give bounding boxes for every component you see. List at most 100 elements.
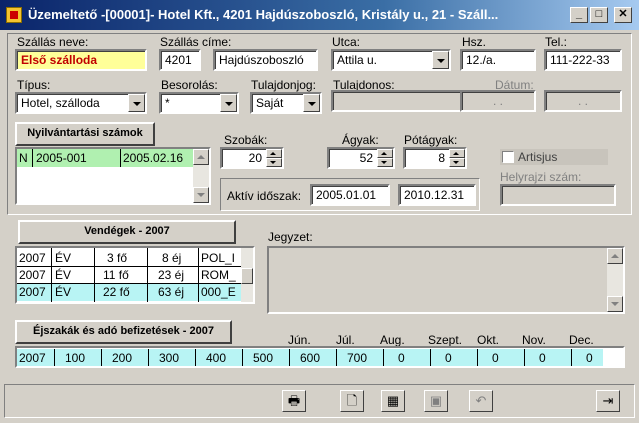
szobak-stepper[interactable]: 20 [220, 147, 284, 169]
vendegek-button[interactable]: Vendégek - 2007 [18, 220, 236, 244]
aktiv-idoszak-label: Aktív időszak: [227, 189, 302, 203]
minimize-button[interactable]: _ [570, 7, 588, 23]
agyak-stepper[interactable]: 52 [327, 147, 395, 169]
jegyzet-textarea[interactable] [267, 246, 625, 314]
hsz-field[interactable]: 12./a. [460, 49, 536, 71]
table-cell: 200 [112, 351, 133, 365]
potagyak-stepper[interactable]: 8 [403, 147, 467, 169]
scrollbar[interactable] [241, 248, 253, 302]
table-cell: 000_E [201, 285, 236, 299]
szallas-neve-label: Szállás neve: [17, 35, 89, 49]
scroll-down-icon[interactable] [193, 187, 209, 203]
table-cell: 2007 [19, 268, 46, 282]
nyilvantartasi-list[interactable]: N 2005-001 2005.02.16 [15, 147, 211, 205]
table-cell: 22 fő [103, 285, 130, 299]
table-cell: 700 [347, 351, 368, 365]
table-cell: ÉV [55, 268, 72, 282]
tulajdonjog-select[interactable]: Saját [250, 92, 322, 114]
agyak-label: Ágyak: [342, 133, 379, 147]
spin-up-icon [266, 149, 282, 158]
exit-icon[interactable]: ⇥ [596, 390, 620, 412]
scroll-up-icon[interactable] [607, 248, 623, 264]
table-cell: POL_I [201, 251, 236, 265]
undo-icon[interactable]: ↶ [469, 390, 493, 412]
month-header: Szept. [428, 333, 463, 347]
nyilvantartasi-szamok-button[interactable]: Nyilvántartási számok [15, 122, 155, 146]
scroll-down-icon[interactable] [607, 296, 623, 312]
artisjus-label: Artisjus [518, 150, 558, 164]
close-button[interactable]: ✕ [614, 7, 632, 23]
calendar-icon[interactable]: ▦ [381, 390, 405, 412]
vendegek-list[interactable]: 2007 ÉV 3 fő 8 éj POL_I 2007 ÉV 11 fő 23… [15, 246, 255, 304]
list-cell: 2005-001 [36, 151, 87, 165]
datum-to-field: . . [544, 90, 622, 112]
title-bar[interactable]: Üzemeltető -[00001]- Hotel Kft., 4201 Ha… [0, 0, 639, 30]
table-cell: 100 [65, 351, 86, 365]
chevron-down-icon[interactable] [220, 94, 237, 112]
month-header: Dec. [569, 333, 594, 347]
list-cell: N [19, 151, 28, 165]
save-icon[interactable]: ▣ [424, 390, 448, 412]
helyrajzi-field [500, 184, 616, 206]
chevron-down-icon[interactable] [432, 51, 449, 69]
besorolas-value: * [165, 96, 170, 110]
chevron-down-icon[interactable] [128, 94, 145, 112]
city-field[interactable]: Hajdúszoboszló [213, 49, 318, 71]
scroll-thumb[interactable] [241, 268, 253, 284]
ejszakak-button[interactable]: Éjszakák és adó befizetések - 2007 [15, 320, 232, 344]
zip-field[interactable]: 4201 [159, 49, 201, 71]
spin-up-icon [377, 149, 393, 158]
helyrajzi-label: Helyrajzi szám: [500, 170, 582, 184]
month-header: Jún. [288, 333, 311, 347]
szallas-cime-label: Szállás címe: [160, 35, 232, 49]
month-header: Okt. [477, 333, 500, 347]
table-cell: 23 éj [158, 268, 185, 282]
szobak-label: Szobák: [224, 133, 268, 147]
scroll-up-icon[interactable] [193, 149, 209, 165]
hsz-label: Hsz. [462, 35, 486, 49]
spin-buttons[interactable] [266, 149, 282, 167]
spin-buttons[interactable] [449, 149, 465, 167]
tel-field[interactable]: 111-222-33 [544, 49, 622, 71]
ejszakak-grid[interactable]: 2007 100 200 300 400 500 600 700 0 0 0 0… [15, 346, 625, 368]
app-icon [6, 7, 22, 23]
tulajdonjog-label: Tulajdonjog: [251, 78, 316, 92]
table-cell: 63 éj [158, 285, 185, 299]
table-cell: 2007 [19, 251, 46, 265]
aktiv-from-field[interactable]: 2005.01.01 [310, 184, 390, 206]
table-cell: 0 [445, 351, 452, 365]
table-cell: 0 [492, 351, 499, 365]
toolbar [4, 384, 635, 418]
table-cell: ÉV [55, 285, 72, 299]
tipus-label: Típus: [17, 78, 51, 92]
table-cell: 8 éj [162, 251, 182, 265]
agyak-value: 52 [359, 151, 373, 165]
tulajdonjog-value: Saját [256, 96, 284, 110]
new-doc-icon[interactable]: 🗋 [340, 390, 364, 412]
szallas-neve-field[interactable]: Első szálloda [15, 49, 147, 71]
table-cell: ÉV [55, 251, 72, 265]
table-cell: 0 [539, 351, 546, 365]
besorolas-select[interactable]: * [159, 92, 239, 114]
utca-select[interactable]: Attila u. [331, 49, 451, 71]
print-icon[interactable]: 🖶 [282, 390, 306, 412]
scrollbar[interactable] [607, 248, 623, 312]
table-cell: 300 [159, 351, 180, 365]
tipus-select[interactable]: Hotel, szálloda [15, 92, 147, 114]
artisjus-checkbox[interactable] [502, 151, 514, 163]
table-cell: ROM_ [201, 268, 236, 282]
artisjus-row[interactable]: Artisjus [500, 149, 608, 165]
spin-down-icon [266, 158, 282, 167]
aktiv-to-field[interactable]: 2010.12.31 [398, 184, 476, 206]
table-cell: 600 [300, 351, 321, 365]
list-item[interactable]: N 2005-001 2005.02.16 [17, 149, 193, 167]
scrollbar[interactable] [193, 149, 209, 203]
utca-value: Attila u. [337, 53, 378, 67]
spin-buttons[interactable] [377, 149, 393, 167]
chevron-down-icon[interactable] [303, 94, 320, 112]
potagyak-label: Pótágyak: [404, 133, 458, 147]
tel-label: Tel.: [545, 35, 568, 49]
maximize-button[interactable]: □ [590, 7, 608, 23]
szobak-value: 20 [248, 151, 262, 165]
table-cell: 0 [586, 351, 593, 365]
